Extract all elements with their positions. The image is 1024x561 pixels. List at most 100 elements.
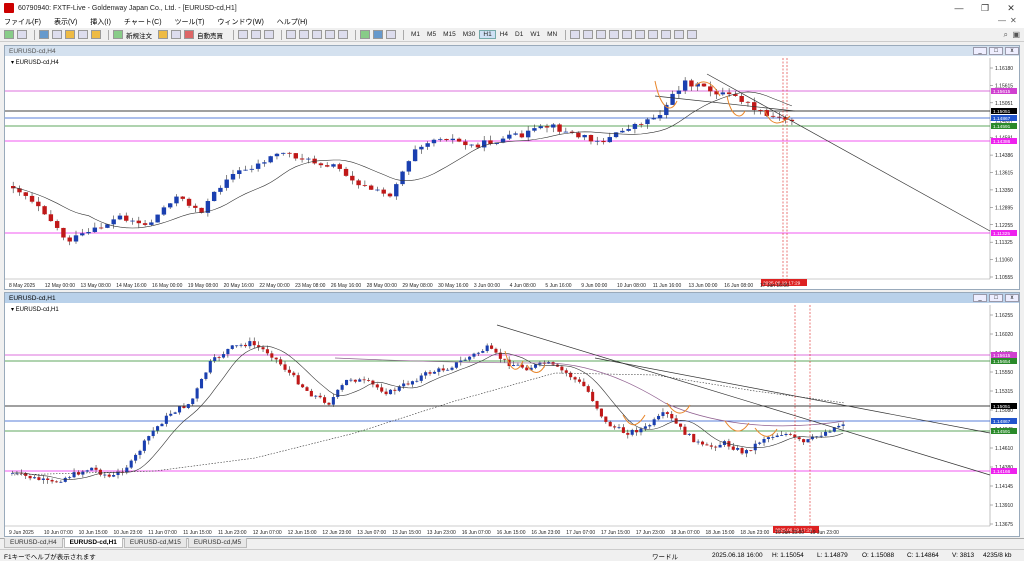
timeframe-w1[interactable]: W1	[527, 31, 543, 38]
new-order-button[interactable]: 新規注文	[126, 30, 152, 40]
tile-windows-icon[interactable]	[312, 30, 322, 39]
bar-chart-icon[interactable]	[238, 30, 248, 39]
signals-icon[interactable]	[171, 30, 181, 39]
candle-body	[657, 415, 661, 420]
tester-icon[interactable]	[91, 30, 101, 39]
data-window-icon[interactable]	[52, 30, 62, 39]
chart-window-h4[interactable]: EURUSD-cd,H4 _ □ x ▾ EURUSD-cd,H4 1.16180…	[4, 45, 1020, 290]
navigator-icon[interactable]	[65, 30, 75, 39]
search-icon[interactable]: ⌕	[1004, 30, 1008, 40]
candle-body	[692, 433, 696, 443]
menu-chart[interactable]: チャート(C)	[124, 17, 162, 27]
mdi-close-icon[interactable]: ✕	[1010, 16, 1017, 28]
auto-trade-button[interactable]: 自動売買	[197, 30, 223, 40]
mdi-min-icon[interactable]: —	[998, 16, 1006, 28]
new-order-icon[interactable]	[113, 30, 123, 39]
tab-eurusd-m15[interactable]: EURUSD-cd,M15	[123, 538, 187, 548]
time-axis-label: 10 Jun 07:00	[44, 530, 73, 536]
candle-body	[588, 134, 594, 142]
price-tick-label: 1.13910	[995, 503, 1013, 509]
symbol-label: ▾ EURUSD-cd,H4	[11, 60, 59, 66]
candle-body	[621, 427, 625, 433]
channel-icon[interactable]	[635, 30, 646, 39]
timeframe-m5[interactable]: M5	[424, 31, 439, 38]
timeframe-d1[interactable]: D1	[512, 31, 526, 38]
line-chart-icon[interactable]	[264, 30, 274, 39]
auto-trade-icon[interactable]	[184, 30, 194, 39]
tab-eurusd-m5[interactable]: EURUSD-cd,M5	[187, 538, 248, 548]
close-icon[interactable]: ✕	[998, 0, 1024, 16]
metaeditor-icon[interactable]	[158, 30, 168, 39]
label-icon[interactable]	[674, 30, 685, 39]
menu-view[interactable]: 表示(V)	[54, 17, 77, 27]
h1-minimize-icon[interactable]: _	[973, 294, 987, 302]
menu-file[interactable]: ファイル(F)	[4, 17, 41, 27]
orange-pattern-mark	[754, 427, 778, 437]
arrows-icon[interactable]	[687, 30, 698, 39]
fibonacci-icon[interactable]	[648, 30, 659, 39]
indicators-icon[interactable]	[360, 30, 370, 39]
time-axis-label: 22 May 00:00	[259, 283, 290, 289]
horizontal-line-icon[interactable]	[609, 30, 620, 39]
templates-icon[interactable]	[386, 30, 396, 39]
menu-help[interactable]: ヘルプ(H)	[277, 17, 308, 27]
cursor-icon[interactable]	[570, 30, 581, 39]
h1-maximize-icon[interactable]: □	[989, 294, 1003, 302]
candle-body	[415, 380, 419, 382]
candle-body	[582, 381, 586, 387]
auto-scroll-icon[interactable]	[325, 30, 335, 39]
time-axis-label: 30 May 16:00	[438, 283, 469, 289]
timeframe-h1[interactable]: H1	[479, 30, 496, 39]
timeframe-m15[interactable]: M15	[440, 31, 459, 38]
h1-chart-area[interactable]: ▾ EURUSD-cd,H11.162551.160201.157851.155…	[5, 303, 1019, 536]
text-icon[interactable]	[661, 30, 672, 39]
tab-eurusd-h4[interactable]: EURUSD-cd,H4	[4, 538, 63, 548]
vertical-line-icon[interactable]	[596, 30, 607, 39]
h4-close-icon[interactable]: x	[1005, 47, 1019, 55]
zoom-in-icon[interactable]	[286, 30, 296, 39]
candle-body	[446, 369, 450, 371]
timeframe-m30[interactable]: M30	[460, 31, 479, 38]
price-tick-label: 1.13350	[995, 188, 1013, 194]
minimize-icon[interactable]: —	[946, 0, 972, 16]
candle-body	[770, 115, 776, 117]
new-chart-icon[interactable]	[4, 30, 14, 39]
h1-close-icon[interactable]: x	[1005, 294, 1019, 302]
chart-window-h4-titlebar[interactable]: EURUSD-cd,H4	[5, 46, 1019, 56]
candle-body	[375, 189, 380, 191]
candle-body	[670, 413, 674, 419]
candle-body	[287, 369, 291, 373]
period-icon[interactable]	[373, 30, 383, 39]
chart-window-h1[interactable]: EURUSD-cd,H1 _ □ x ▾ EURUSD-cd,H1 1.16255…	[4, 292, 1020, 537]
timeframe-m1[interactable]: M1	[408, 31, 423, 38]
menu-window[interactable]: ウィンドウ(W)	[218, 17, 264, 27]
menu-tools[interactable]: ツール(T)	[175, 17, 205, 27]
h4-maximize-icon[interactable]: □	[989, 47, 1003, 55]
candle-body	[306, 158, 311, 160]
candle-body	[643, 426, 647, 429]
profiles-icon[interactable]	[17, 30, 27, 39]
timeframe-h4[interactable]: H4	[497, 31, 511, 38]
chart-window-h1-titlebar[interactable]: EURUSD-cd,H1	[5, 293, 1019, 303]
menu-insert[interactable]: 挿入(I)	[90, 17, 111, 27]
time-axis-label: 11 Jun 16:00	[653, 283, 682, 289]
crosshair-icon[interactable]	[583, 30, 594, 39]
time-axis-label: 12 Jun 23:00	[322, 530, 351, 536]
zoom-out-icon[interactable]	[299, 30, 309, 39]
terminal-icon[interactable]	[78, 30, 88, 39]
candlestick-icon[interactable]	[251, 30, 261, 39]
chart-shift-icon[interactable]	[338, 30, 348, 39]
candle-body	[67, 237, 72, 242]
timeframe-mn[interactable]: MN	[544, 31, 560, 38]
tab-eurusd-h1[interactable]: EURUSD-cd,H1	[63, 538, 123, 548]
community-icon[interactable]: ▣	[1012, 30, 1020, 39]
maximize-icon[interactable]: ❐	[972, 0, 998, 16]
candle-body	[305, 387, 309, 391]
h4-minimize-icon[interactable]: _	[973, 47, 987, 55]
h4-chart-area[interactable]: ▾ EURUSD-cd,H41.161801.156151.150511.148…	[5, 56, 1019, 289]
candle-body	[576, 132, 581, 138]
candle-body	[679, 423, 683, 427]
candle-body	[419, 375, 423, 381]
trendline-icon[interactable]	[622, 30, 633, 39]
market-watch-icon[interactable]	[39, 30, 49, 39]
